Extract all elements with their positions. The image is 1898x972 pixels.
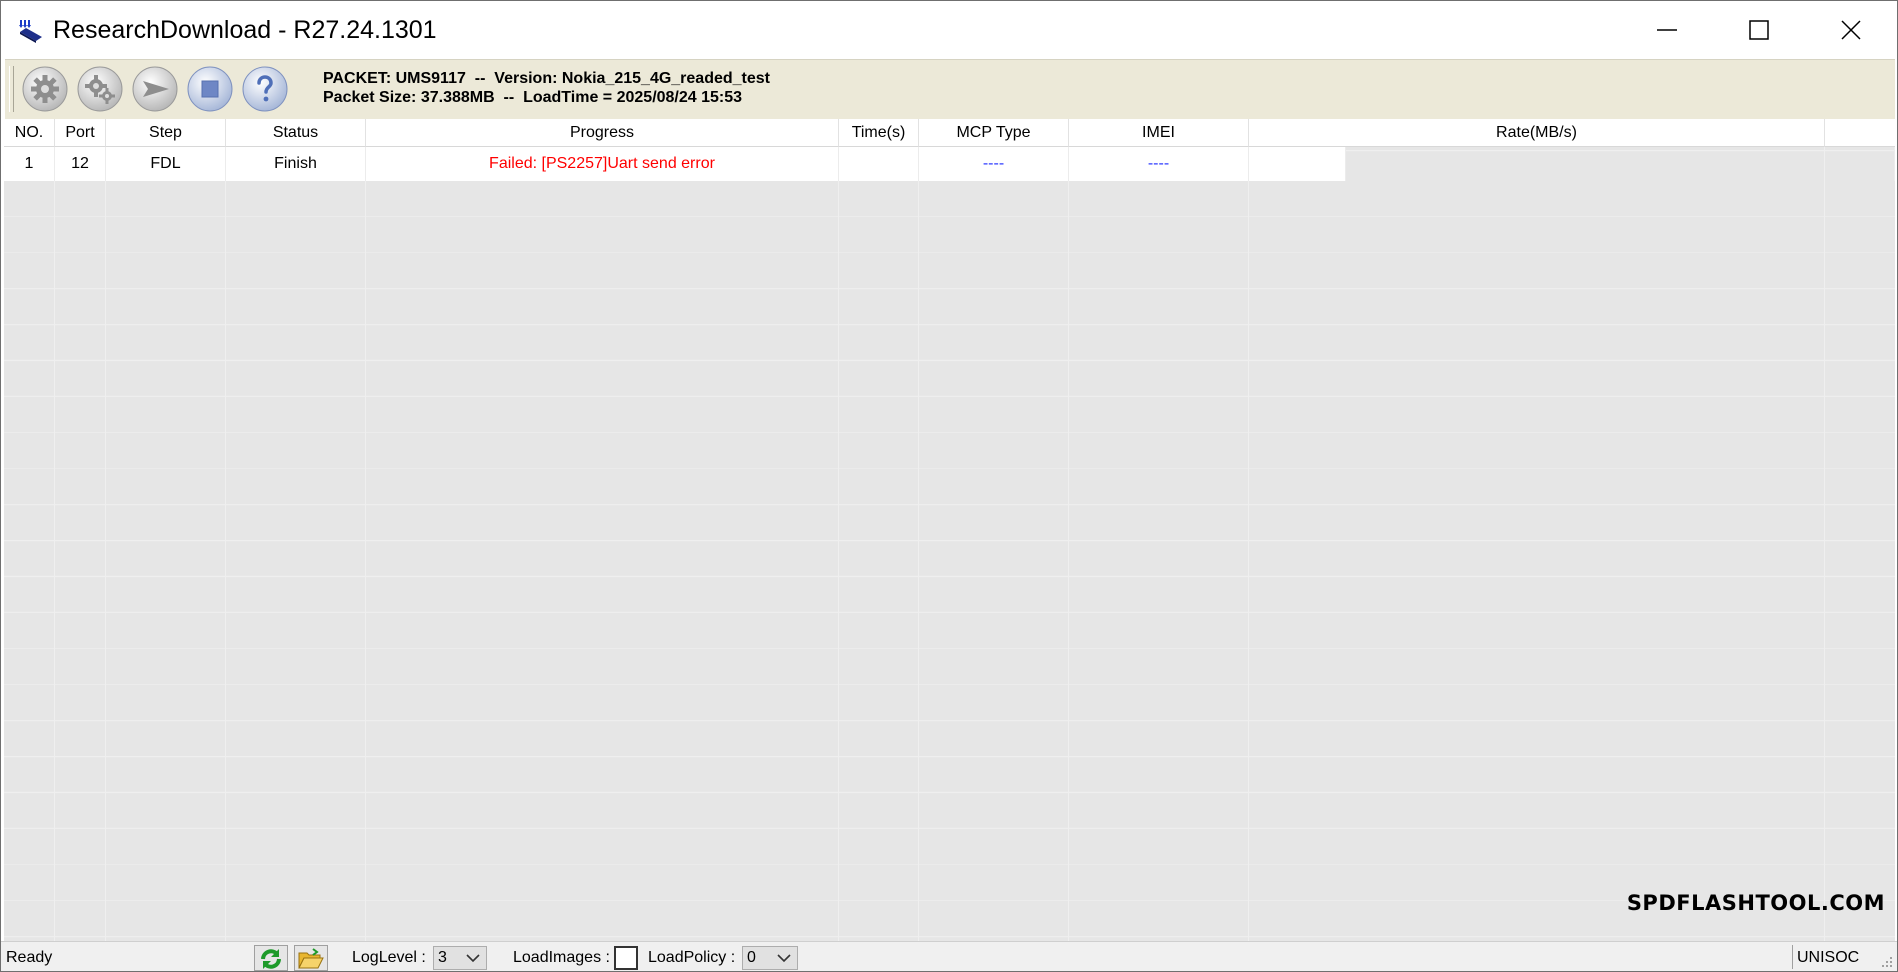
device-list-grid[interactable]: NO. Port Step Status Progress Time(s) MC…	[4, 119, 1895, 941]
cell-mcp-type: ----	[919, 147, 1069, 181]
cell-no: 1	[4, 147, 55, 181]
col-header-imei[interactable]: IMEI	[1069, 119, 1249, 147]
toolbar: PACKET: UMS9117 -- Version: Nokia_215_4G…	[5, 59, 1895, 120]
watermark-text: SPDFLASHTOOL.COM	[1626, 891, 1885, 915]
cell-step: FDL	[106, 147, 226, 181]
cell-status: Finish	[226, 147, 366, 181]
cell-time	[839, 147, 919, 181]
folder-open-icon	[298, 948, 324, 969]
play-arrow-icon	[132, 66, 178, 112]
cell-rate-bar-area	[1346, 147, 1895, 181]
settings-button[interactable]	[76, 65, 124, 113]
packet-info: PACKET: UMS9117 -- Version: Nokia_215_4G…	[323, 69, 770, 107]
table-row[interactable]: 1 12 FDL Finish Failed: [PS2257]Uart sen…	[4, 147, 1895, 181]
loglevel-select[interactable]: 3	[433, 946, 487, 970]
resize-grip-icon[interactable]	[1878, 953, 1894, 969]
chevron-down-icon	[466, 954, 480, 963]
load-packet-button[interactable]	[21, 65, 69, 113]
loglevel-value: 3	[438, 949, 447, 966]
chevron-down-icon	[777, 954, 791, 963]
col-header-step[interactable]: Step	[106, 119, 226, 147]
status-separator	[1792, 945, 1793, 969]
close-button[interactable]	[1805, 1, 1897, 59]
refresh-button[interactable]	[254, 945, 288, 971]
gears-icon	[77, 66, 123, 112]
col-header-rate[interactable]: Rate(MB/s)	[1249, 119, 1825, 147]
col-header-progress[interactable]: Progress	[366, 119, 839, 147]
grid-lines	[4, 119, 1895, 941]
packet-size-text: Packet Size: 37.388MB -- LoadTime = 2025…	[323, 89, 743, 106]
col-header-no[interactable]: NO.	[4, 119, 55, 147]
loadimages-label: LoadImages :	[513, 949, 610, 966]
col-header-status[interactable]: Status	[226, 119, 366, 147]
cell-rate	[1249, 147, 1346, 181]
loadpolicy-label: LoadPolicy :	[648, 949, 736, 966]
refresh-icon	[261, 949, 281, 969]
toolbar-grip[interactable]	[9, 66, 14, 112]
col-header-mcp-type[interactable]: MCP Type	[919, 119, 1069, 147]
status-text: Ready	[6, 949, 53, 966]
loadpolicy-value: 0	[747, 949, 756, 966]
loadimages-checkbox[interactable]	[614, 946, 638, 970]
gear-icon	[22, 66, 68, 112]
vendor-text: UNISOC	[1797, 949, 1860, 966]
start-button[interactable]	[131, 65, 179, 113]
grid-header-row: NO. Port Step Status Progress Time(s) MC…	[4, 119, 1895, 147]
col-header-filler	[1825, 119, 1895, 147]
cell-imei: ----	[1069, 147, 1249, 181]
stop-button[interactable]	[186, 65, 234, 113]
maximize-button[interactable]	[1713, 1, 1805, 59]
status-bar: Ready LogLevel : 3 LoadImages : LoadPoli…	[1, 941, 1897, 971]
cell-progress: Failed: [PS2257]Uart send error	[366, 147, 839, 181]
title-bar: ResearchDownload - R27.24.1301	[1, 1, 1897, 59]
app-download-icon	[18, 18, 44, 44]
help-icon	[242, 66, 288, 112]
cell-port: 12	[55, 147, 106, 181]
col-header-time[interactable]: Time(s)	[839, 119, 919, 147]
stop-icon	[187, 66, 233, 112]
help-button[interactable]	[241, 65, 289, 113]
loglevel-label: LogLevel :	[352, 949, 426, 966]
loadpolicy-select[interactable]: 0	[742, 946, 798, 970]
main-window: ResearchDownload - R27.24.1301 PACKET: U…	[0, 0, 1898, 972]
packet-version-text: PACKET: UMS9117 -- Version: Nokia_215_4G…	[323, 70, 770, 87]
window-title: ResearchDownload - R27.24.1301	[53, 16, 437, 44]
open-folder-button[interactable]	[294, 945, 328, 971]
minimize-button[interactable]	[1621, 1, 1713, 59]
col-header-port[interactable]: Port	[55, 119, 106, 147]
